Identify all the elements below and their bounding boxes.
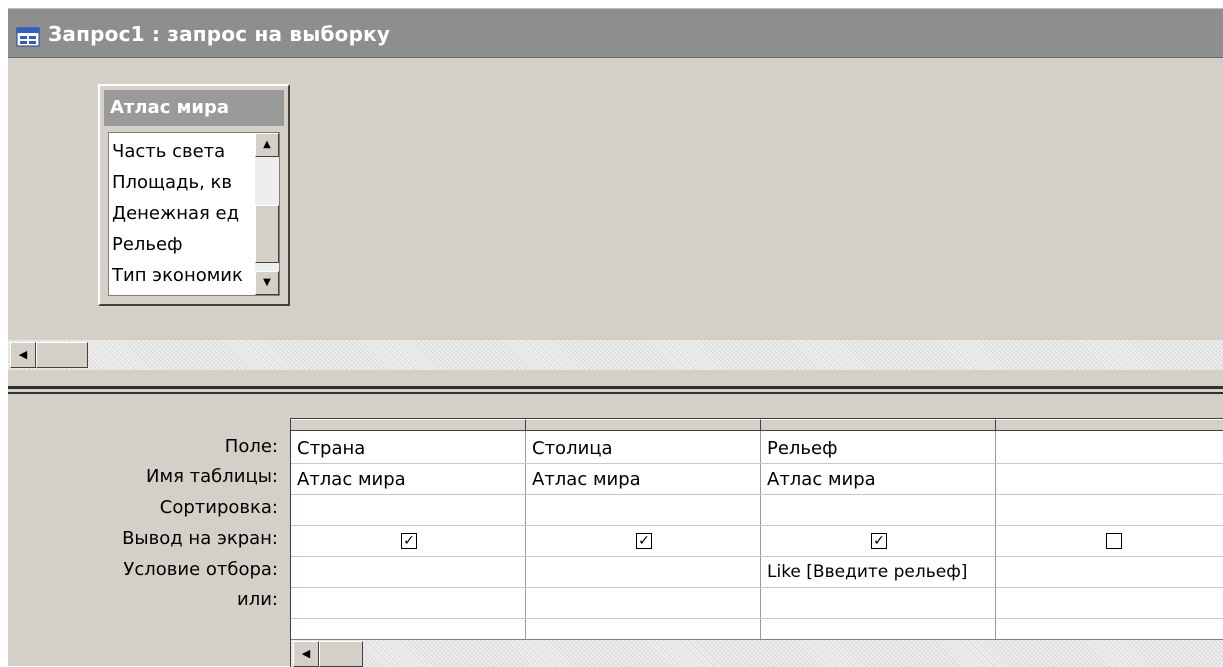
checkmark-icon: ✓ <box>403 533 415 549</box>
scroll-up-arrow-icon[interactable]: ▲ <box>255 133 279 157</box>
field-cell[interactable]: Рельеф <box>767 438 991 459</box>
column-divider <box>525 431 526 667</box>
table-cell[interactable]: Атлас мира <box>767 469 991 490</box>
row-label-or: или: <box>237 589 278 610</box>
field-list-item[interactable]: Площадь, кв <box>112 172 232 193</box>
field-list-item[interactable]: Часть света <box>112 141 225 162</box>
grid-scroll-thumb[interactable] <box>319 641 363 667</box>
column-selector[interactable] <box>761 419 996 431</box>
show-checkbox[interactable]: ✓ <box>401 533 417 549</box>
row-divider <box>291 556 1223 557</box>
row-label-table: Имя таблицы: <box>146 466 278 487</box>
field-list-item[interactable]: Тип экономик <box>112 265 243 286</box>
column-divider <box>760 431 761 667</box>
checkmark-icon: ✓ <box>638 533 650 549</box>
row-label-sort: Сортировка: <box>159 497 278 518</box>
criteria-cell[interactable]: Like [Введите рельеф] <box>767 562 995 582</box>
row-label-field: Поле: <box>224 436 278 457</box>
row-divider <box>291 587 1223 588</box>
window-title: Запрос1 : запрос на выборку <box>48 22 391 46</box>
show-checkbox[interactable]: ✓ <box>636 533 652 549</box>
query-window-icon <box>16 27 40 47</box>
field-cell[interactable]: Столица <box>532 438 756 459</box>
scroll-left-arrow-icon[interactable]: ◀ <box>10 342 36 368</box>
table-field-list[interactable]: Атлас мира Часть света Площадь, кв Денеж… <box>98 84 290 306</box>
row-divider <box>291 525 1223 526</box>
field-list-scroll-thumb[interactable] <box>255 205 279 263</box>
grid-horizontal-scrollbar[interactable]: ◀ <box>291 639 1223 667</box>
column-selector[interactable] <box>996 419 1223 431</box>
column-selector[interactable] <box>526 419 761 431</box>
field-list-box[interactable]: Часть света Площадь, кв Денежная ед Рель… <box>108 132 280 296</box>
scroll-down-arrow-icon[interactable]: ▼ <box>255 271 279 295</box>
query-design-window: Запрос1 : запрос на выборку Атлас мира Ч… <box>8 8 1223 667</box>
table-design-area[interactable]: Атлас мира Часть света Площадь, кв Денеж… <box>8 58 1223 384</box>
design-area-scroll-thumb[interactable] <box>36 342 88 368</box>
scroll-left-arrow-icon[interactable]: ◀ <box>293 641 319 667</box>
row-label-criteria: Условие отбора: <box>123 559 278 580</box>
row-divider <box>291 618 1223 619</box>
show-checkbox[interactable]: ✓ <box>871 533 887 549</box>
table-cell[interactable]: Атлас мира <box>532 469 756 490</box>
checkmark-icon: ✓ <box>873 533 885 549</box>
field-cell[interactable]: Страна <box>297 438 521 459</box>
table-field-list-title[interactable]: Атлас мира <box>104 90 284 126</box>
design-area-horizontal-scrollbar[interactable]: ◀ <box>8 340 1223 370</box>
title-bar[interactable]: Запрос1 : запрос на выборку <box>8 8 1223 58</box>
show-checkbox[interactable] <box>1106 533 1122 549</box>
row-divider <box>291 494 1223 495</box>
field-list-item[interactable]: Рельеф <box>112 234 183 255</box>
row-divider <box>291 463 1223 464</box>
query-grid-area: Поле: Имя таблицы: Сортировка: Вывод на … <box>8 396 1223 667</box>
field-list-scrollbar[interactable]: ▲ ▼ <box>255 133 279 295</box>
field-list-item[interactable]: Денежная ед <box>112 203 239 224</box>
column-selector[interactable] <box>291 419 526 431</box>
table-cell[interactable]: Атлас мира <box>297 469 521 490</box>
pane-splitter[interactable] <box>8 386 1223 394</box>
row-label-show: Вывод на экран: <box>122 528 278 549</box>
query-design-grid[interactable]: Страна Столица Рельеф Атлас мира Атлас м… <box>290 418 1223 667</box>
column-divider <box>995 431 996 667</box>
